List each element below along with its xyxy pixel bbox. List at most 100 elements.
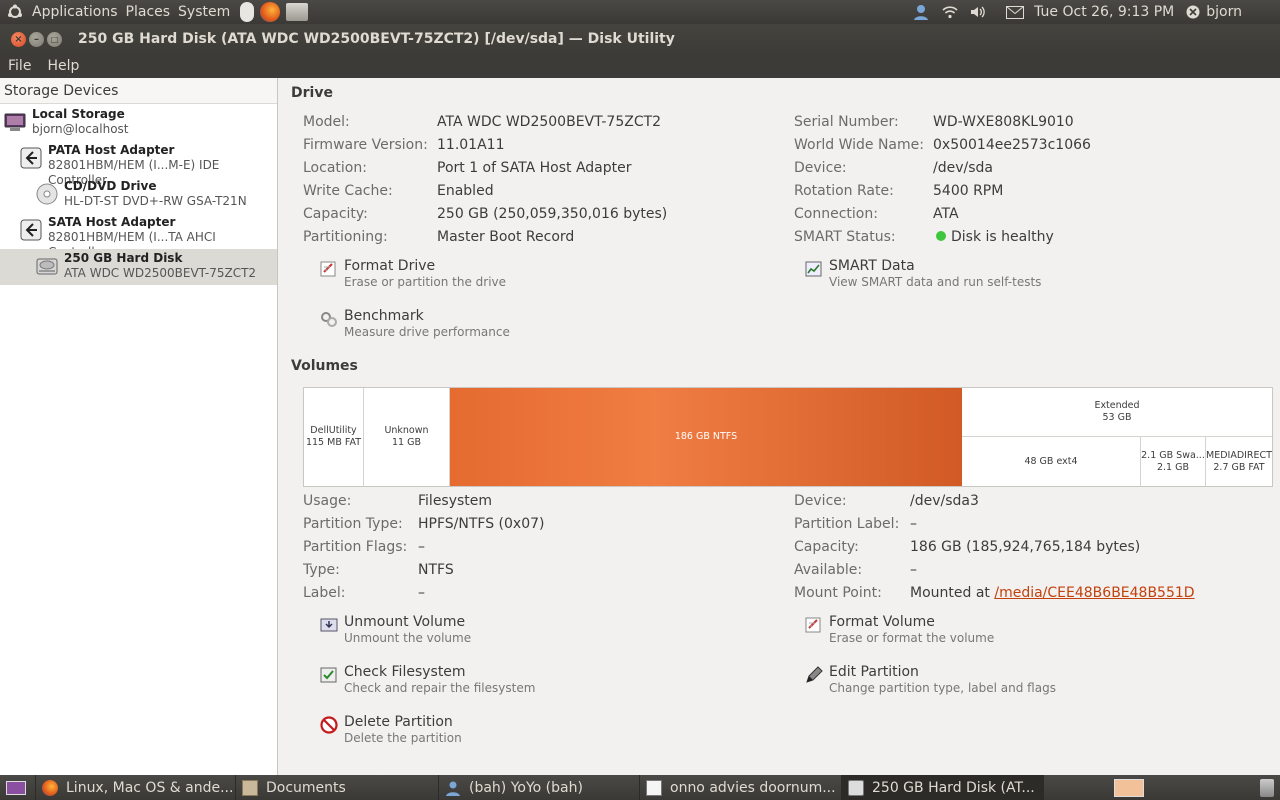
- benchmark-button[interactable]: Benchmark Measure drive performance: [320, 308, 510, 340]
- clock[interactable]: Tue Oct 26, 9:13 PM: [1034, 4, 1174, 20]
- volume-ext4[interactable]: 48 GB ext4: [962, 437, 1141, 486]
- drive-model-label: Model:: [303, 114, 350, 130]
- places-menu[interactable]: Places: [126, 0, 171, 24]
- action-sub: Change partition type, label and flags: [829, 681, 1056, 695]
- volume-size: 2.7 GB FAT: [1213, 461, 1265, 473]
- maximize-window-button[interactable]: □: [47, 31, 62, 47]
- volume-dellutility[interactable]: DellUtility 115 MB FAT: [304, 388, 364, 486]
- device-250gb-hard-disk[interactable]: 250 GB Hard Disk ATA WDC WD2500BEVT-75ZCT…: [0, 249, 277, 285]
- volume-extended[interactable]: Extended 53 GB: [962, 388, 1272, 437]
- content-pane: Drive Model: ATA WDC WD2500BEVT-75ZCT2 F…: [284, 78, 1280, 775]
- terminal-launcher-icon[interactable]: [286, 3, 309, 21]
- hard-disk-icon: [36, 255, 58, 277]
- format-volume-button[interactable]: Format Volume Erase or format the volume: [805, 614, 994, 646]
- device-pata-host-adapter[interactable]: PATA Host Adapter 82801HBM/HEM (I...M-E) …: [0, 141, 277, 187]
- volume-swap[interactable]: 2.1 GB Swa... 2.1 GB: [1141, 437, 1206, 486]
- system-menu[interactable]: System: [178, 0, 230, 24]
- device-cd-dvd-drive[interactable]: CD/DVD Drive HL-DT-ST DVD+-RW GSA-T21N: [0, 177, 277, 213]
- mouse-launcher-icon[interactable]: [240, 2, 255, 22]
- volume-size: 115 MB FAT: [305, 437, 362, 448]
- workspace-switcher[interactable]: [1114, 778, 1144, 797]
- drive-smart-status-value: Disk is healthy: [936, 229, 1054, 245]
- volume-unknown[interactable]: Unknown 11 GB: [364, 388, 450, 486]
- task-label: Documents: [266, 779, 346, 796]
- volume-size: 2.1 GB: [1156, 461, 1189, 473]
- task-firefox[interactable]: Linux, Mac OS & ande...: [36, 775, 236, 800]
- user-name[interactable]: bjorn: [1206, 4, 1242, 20]
- drive-capacity-value: 250 GB (250,059,350,016 bytes): [437, 206, 668, 222]
- task-documents[interactable]: Documents: [236, 775, 439, 800]
- unmount-volume-button[interactable]: Unmount Volume Unmount the volume: [320, 614, 471, 646]
- host-adapter-icon: [20, 147, 42, 169]
- smart-data-button[interactable]: SMART Data View SMART data and run self-t…: [805, 258, 1041, 290]
- task-label: onno advies doornum...: [670, 779, 836, 796]
- vol-capacity-label: Capacity:: [794, 539, 859, 555]
- firefox-icon: [42, 779, 58, 796]
- volume-label: Unknown: [384, 425, 429, 436]
- menu-file[interactable]: File: [0, 58, 39, 74]
- delete-partition-button[interactable]: Delete Partition Delete the partition: [320, 714, 462, 746]
- volume-icon[interactable]: [970, 5, 986, 19]
- maximize-icon: □: [50, 34, 59, 44]
- drive-model-value: ATA WDC WD2500BEVT-75ZCT2: [437, 114, 662, 130]
- host-adapter-icon: [20, 219, 42, 241]
- device-sata-host-adapter[interactable]: SATA Host Adapter 82801HBM/HEM (I...TA AH…: [0, 213, 277, 259]
- applications-menu[interactable]: Applications: [32, 0, 118, 24]
- device-name: Local Storage: [32, 107, 125, 121]
- device-sub: bjorn@localhost: [32, 122, 129, 136]
- vol-device-label: Device:: [794, 493, 847, 509]
- vol-partition-label-value: –: [910, 516, 917, 532]
- task-label: 250 GB Hard Disk (AT...: [872, 779, 1035, 796]
- drive-firmware-value: 11.01A11: [437, 137, 505, 153]
- drive-write-cache-value: Enabled: [437, 183, 494, 199]
- task-label: (bah) YoYo (bah): [469, 779, 583, 796]
- format-drive-button[interactable]: Format Drive Erase or partition the drive: [320, 258, 506, 290]
- bottom-taskbar: Linux, Mac OS & ande... Documents (bah) …: [0, 775, 1280, 800]
- check-filesystem-button[interactable]: Check Filesystem Check and repair the fil…: [320, 664, 535, 696]
- format-drive-icon: [320, 260, 338, 278]
- vol-partition-flags-value: –: [418, 539, 425, 555]
- vol-partition-type-value: HPFS/NTFS (0x07): [418, 516, 545, 532]
- vol-partition-type-label: Partition Type:: [303, 516, 403, 532]
- task-disk-utility[interactable]: 250 GB Hard Disk (AT...: [842, 775, 1044, 800]
- device-name: 250 GB Hard Disk: [64, 251, 183, 265]
- drive-partitioning-value: Master Boot Record: [437, 229, 575, 245]
- healthy-status-icon: [936, 231, 946, 241]
- window-titlebar[interactable]: × – □ 250 GB Hard Disk (ATA WDC WD2500BE…: [0, 24, 1280, 54]
- volume-mediadirect[interactable]: MEDIADIRECT 2.7 GB FAT: [1206, 437, 1272, 486]
- computer-icon: [4, 111, 26, 133]
- drive-serial-value: WD-WXE808KL9010: [933, 114, 1074, 130]
- unmount-icon: [320, 616, 338, 634]
- device-local-storage[interactable]: Local Storage bjorn@localhost: [0, 105, 277, 141]
- close-window-button[interactable]: ×: [11, 31, 26, 47]
- folder-icon: [242, 779, 258, 796]
- edit-partition-button[interactable]: Edit Partition Change partition type, lab…: [805, 664, 1056, 696]
- user-status-icon[interactable]: [912, 3, 930, 21]
- minimize-icon: –: [34, 33, 39, 45]
- action-sub: Erase or partition the drive: [344, 275, 507, 289]
- minimize-window-button[interactable]: –: [29, 31, 44, 47]
- mail-icon[interactable]: [1006, 5, 1025, 19]
- vol-mount-point-value: Mounted at /media/CEE48B6BE48B551D: [910, 585, 1195, 601]
- vol-partition-flags-label: Partition Flags:: [303, 539, 408, 555]
- delete-icon: [320, 716, 338, 734]
- task-chat[interactable]: (bah) YoYo (bah): [439, 775, 640, 800]
- action-sub: View SMART data and run self-tests: [829, 275, 1042, 289]
- wifi-icon[interactable]: [942, 5, 958, 19]
- firefox-launcher-icon[interactable]: [260, 2, 281, 22]
- drive-capacity-label: Capacity:: [303, 206, 368, 222]
- mount-point-link[interactable]: /media/CEE48B6BE48B551D: [994, 585, 1194, 601]
- trash-icon[interactable]: [1260, 778, 1274, 797]
- ubuntu-logo-icon[interactable]: [6, 3, 24, 21]
- drive-write-cache-label: Write Cache:: [303, 183, 393, 199]
- task-text-editor[interactable]: onno advies doornum...: [640, 775, 842, 800]
- show-desktop-button[interactable]: [0, 775, 36, 800]
- volume-ntfs-selected[interactable]: 186 GB NTFS: [450, 388, 962, 486]
- device-name: SATA Host Adapter: [48, 215, 176, 229]
- session-icon[interactable]: [1186, 5, 1200, 19]
- text-editor-icon: [646, 779, 662, 796]
- drive-wwn-label: World Wide Name:: [794, 137, 924, 153]
- menu-help[interactable]: Help: [39, 58, 87, 74]
- vol-usage-label: Usage:: [303, 493, 352, 509]
- optical-disc-icon: [36, 183, 58, 205]
